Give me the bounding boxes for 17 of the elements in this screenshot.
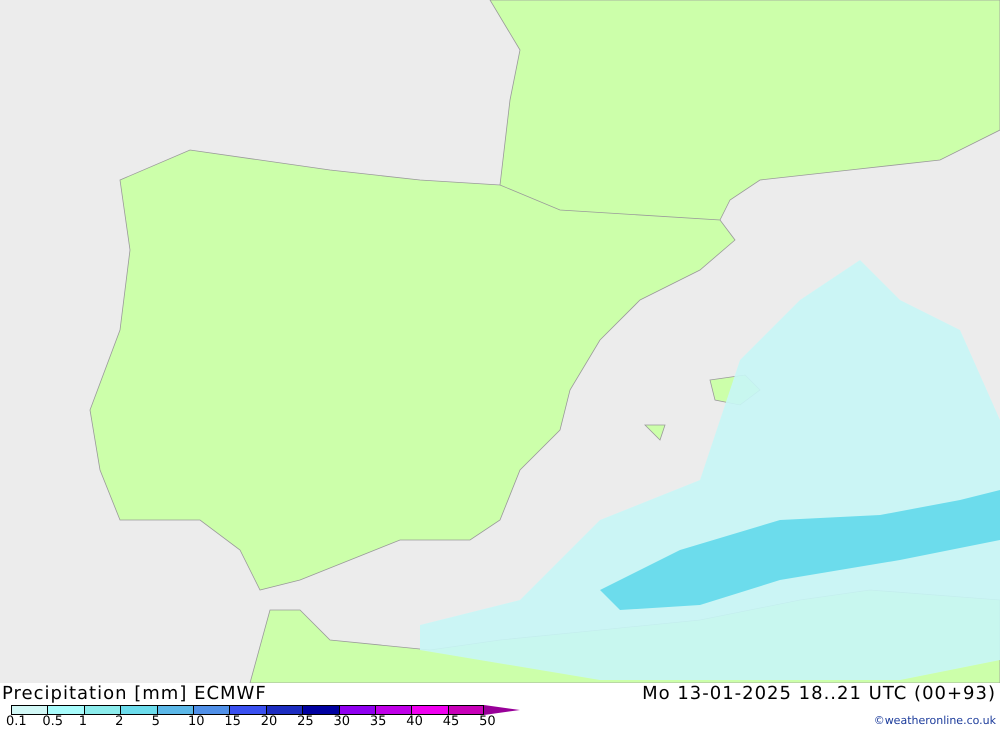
legend-label: 5 xyxy=(152,715,160,729)
legend-label: 1 xyxy=(78,715,88,729)
credit-text: ©weatheronline.co.uk xyxy=(874,714,996,727)
legend-label: 15 xyxy=(224,715,241,729)
legend-label: 10 xyxy=(188,715,204,729)
legend-label: 2 xyxy=(115,715,124,729)
legend-label: 20 xyxy=(260,715,278,729)
legend-label: 50 xyxy=(479,715,496,729)
legend-label: 45 xyxy=(442,715,460,729)
legend-label: 40 xyxy=(406,715,423,729)
legend-label: 35 xyxy=(370,715,386,729)
legend-label: 30 xyxy=(334,715,350,729)
map-title: Precipitation [mm] ECMWF xyxy=(2,683,268,705)
valid-time: Mo 13-01-2025 18..21 UTC (00+93) xyxy=(642,683,996,705)
legend-label: 0.1 xyxy=(6,715,27,729)
legend-label: 25 xyxy=(297,715,314,729)
legend-label: 0.5 xyxy=(42,715,64,729)
